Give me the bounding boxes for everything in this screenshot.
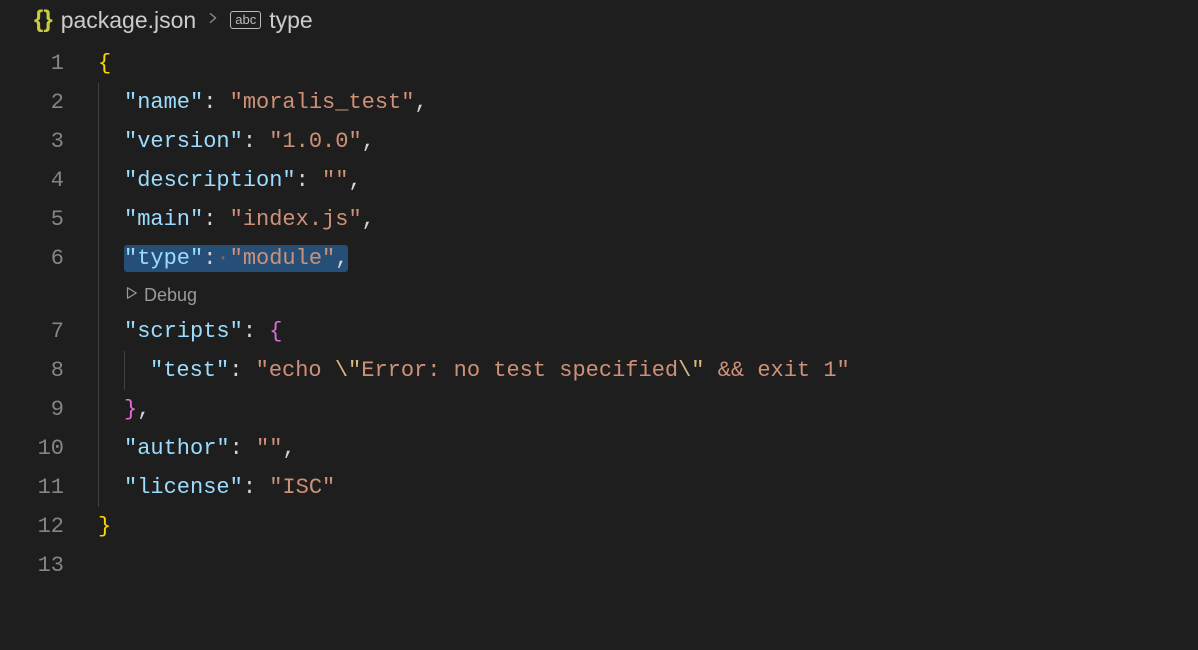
line-number: 7 <box>51 319 64 344</box>
breadcrumb[interactable]: {} package.json abc type <box>0 0 1198 38</box>
code-line[interactable]: 7 "scripts": { <box>0 312 1198 351</box>
line-number: 3 <box>51 129 64 154</box>
json-file-icon: {} <box>34 6 53 34</box>
codelens-row: Debug <box>0 278 1198 312</box>
string-type-icon: abc <box>230 11 261 29</box>
code-line[interactable]: 8 "test": "echo \"Error: no test specifi… <box>0 351 1198 390</box>
code-line[interactable]: 4 "description": "", <box>0 161 1198 200</box>
code-line[interactable]: 10 "author": "", <box>0 429 1198 468</box>
line-number: 8 <box>51 358 64 383</box>
line-number: 5 <box>51 207 64 232</box>
open-brace: { <box>98 51 111 76</box>
code-line[interactable]: 1 { <box>0 44 1198 83</box>
code-line[interactable]: 5 "main": "index.js", <box>0 200 1198 239</box>
debug-label: Debug <box>144 285 197 306</box>
line-number: 4 <box>51 168 64 193</box>
breadcrumb-file[interactable]: package.json <box>61 7 197 34</box>
line-number: 10 <box>38 436 64 461</box>
code-line[interactable]: 11 "license": "ISC" <box>0 468 1198 507</box>
code-line[interactable]: 3 "version": "1.0.0", <box>0 122 1198 161</box>
line-number: 11 <box>38 475 64 500</box>
code-line[interactable]: 2 "name": "moralis_test", <box>0 83 1198 122</box>
breadcrumb-symbol[interactable]: type <box>269 7 312 34</box>
code-line-highlighted[interactable]: 6 "type":·"module", <box>0 239 1198 278</box>
line-number: 1 <box>51 51 64 76</box>
chevron-right-icon <box>206 11 220 30</box>
code-line[interactable]: 12 } <box>0 507 1198 546</box>
line-number: 9 <box>51 397 64 422</box>
line-number: 13 <box>38 553 64 578</box>
line-number: 12 <box>38 514 64 539</box>
code-line[interactable]: 13 <box>0 546 1198 585</box>
line-number: 6 <box>51 246 64 271</box>
play-icon <box>124 286 138 304</box>
debug-codelens[interactable]: Debug <box>124 285 197 306</box>
code-editor[interactable]: 1 { 2 "name": "moralis_test", 3 "version… <box>0 38 1198 585</box>
code-line[interactable]: 9 }, <box>0 390 1198 429</box>
line-number: 2 <box>51 90 64 115</box>
